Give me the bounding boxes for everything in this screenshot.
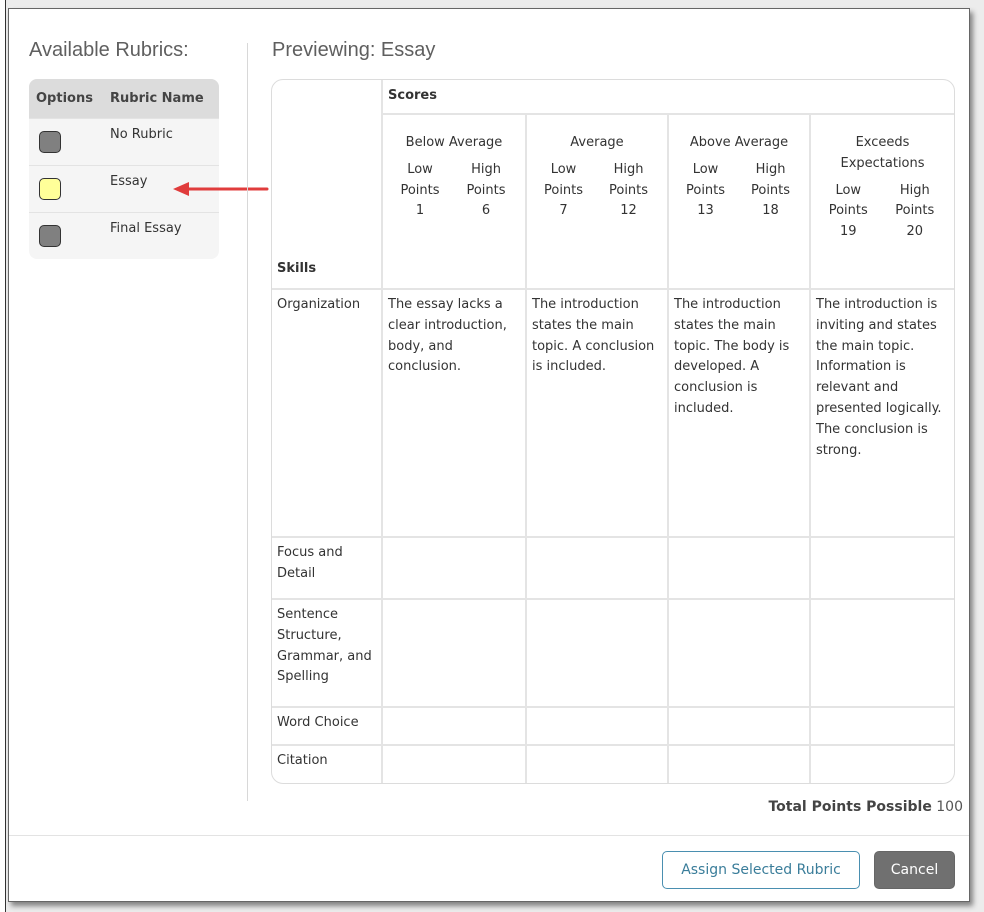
rubric-cell (525, 744, 669, 783)
score-level-header: Exceeds Expectations Low Points 19 High Poi… (808, 113, 954, 289)
rubric-cell (808, 706, 954, 746)
low-points-label: Low Points (543, 161, 584, 198)
low-points-value: 7 (559, 203, 568, 219)
rubric-list: Options Rubric Name No Rubric Essay Final … (29, 79, 219, 259)
rubric-row[interactable]: No Rubric (29, 118, 219, 166)
rubric-cell (525, 536, 669, 600)
rubric-select-swatch[interactable] (39, 225, 61, 247)
rubric-cell: The introduction is inviting and states … (808, 288, 954, 538)
rubric-grid-table: Skills Scores Below Average Low Points 1 Hi… (272, 80, 954, 783)
rubric-cell: The introduction states the main topic. … (525, 288, 669, 538)
skill-row: Focus and Detail (272, 536, 954, 600)
skill-row: Citation (272, 744, 954, 783)
skill-row: Sentence Structure, Grammar, and Spellin… (272, 598, 954, 708)
total-points-value: 100 (936, 799, 963, 815)
red-arrow-annotation (173, 182, 269, 196)
high-points: High Points 20 (881, 181, 950, 243)
rubric-row[interactable]: Final Essay (29, 212, 219, 259)
available-rubrics-title: Available Rubrics: (29, 39, 189, 61)
high-points-label: High Points (608, 161, 649, 198)
score-points: Low Points 7 High Points 12 (532, 160, 662, 222)
high-points-value: 12 (620, 203, 637, 219)
high-points-value: 20 (906, 224, 924, 240)
rubric-select-swatch[interactable] (39, 131, 61, 153)
high-points: High Points 18 (737, 160, 804, 222)
high-points-value: 18 (762, 203, 779, 219)
high-points-label: High Points (750, 161, 791, 198)
score-level-name: Exceeds Expectations (840, 135, 925, 171)
rubric-cell (381, 744, 527, 783)
rubric-cell (525, 598, 669, 708)
score-points: Low Points 13 High Points 18 (674, 160, 804, 222)
skill-name: Focus and Detail (272, 536, 383, 600)
skill-name: Word Choice (272, 706, 383, 746)
score-level-header: Below Average Low Points 1 High Points 6 (382, 113, 527, 289)
rubric-table: Options Rubric Name No Rubric Essay Final … (29, 79, 219, 259)
rubric-cell: The essay lacks a clear introduction, bo… (381, 288, 527, 538)
score-level-name: Below Average (405, 135, 503, 150)
high-points: High Points 12 (595, 160, 662, 222)
preview-title: Previewing: Essay (272, 39, 436, 61)
high-points: High Points 6 (452, 160, 520, 222)
low-points-label: Low Points (400, 161, 440, 198)
window-edge (0, 0, 6, 912)
rubric-cell (381, 598, 527, 708)
high-points-label: High Points (466, 161, 506, 198)
rubric-option-cell (29, 118, 104, 166)
assign-selected-rubric-button[interactable]: Assign Selected Rubric (662, 851, 860, 889)
rubric-cell (667, 744, 811, 783)
skill-row: Word Choice (272, 706, 954, 746)
low-points-label: Low Points (685, 161, 726, 198)
rubric-cell (667, 706, 811, 746)
total-points-label: Total Points Possible (768, 799, 932, 815)
low-points-value: 13 (697, 203, 714, 219)
skill-name: Organization (272, 288, 383, 538)
score-level-header: Average Low Points 7 High Points 12 (525, 113, 669, 289)
skill-name: Citation (272, 744, 383, 783)
low-points-label: Low Points (828, 182, 868, 219)
low-points-value: 1 (415, 203, 425, 219)
high-points-value: 6 (481, 203, 491, 219)
rubric-name: No Rubric (104, 118, 219, 166)
background-strip (0, 0, 984, 8)
skill-row: Organization The essay lacks a clear intr… (272, 288, 954, 538)
rubric-select-swatch[interactable] (39, 178, 61, 200)
skills-header: Skills (272, 80, 383, 290)
rubric-dialog: Available Rubrics: Options Rubric Name N… (8, 8, 970, 902)
rubric-cell (525, 706, 669, 746)
cancel-button[interactable]: Cancel (874, 851, 955, 889)
low-points-value: 19 (839, 224, 857, 240)
total-points: Total Points Possible 100 (768, 799, 963, 815)
low-points: Low Points 1 (388, 160, 452, 222)
rubric-cell: The introduction states the main topic. … (667, 288, 811, 538)
score-level-header: Above Average Low Points 13 High Points 18 (667, 113, 811, 289)
rubric-option-cell (29, 165, 104, 213)
rubric-cell (667, 598, 811, 708)
skill-name: Sentence Structure, Grammar, and Spellin… (272, 598, 383, 708)
score-level-name: Above Average (689, 135, 789, 150)
options-column-header: Options (29, 79, 104, 119)
panel-divider (247, 43, 248, 801)
scores-header: Scores (380, 80, 954, 115)
rubric-cell (808, 536, 954, 600)
rubric-name-column-header: Rubric Name (104, 79, 219, 119)
rubric-cell (381, 706, 527, 746)
high-points-label: High Points (895, 182, 935, 219)
low-points: Low Points 13 (674, 160, 737, 222)
rubric-option-cell (29, 212, 104, 259)
score-points: Low Points 19 High Points 20 (816, 181, 949, 243)
low-points: Low Points 19 (816, 181, 881, 243)
rubric-grid: Skills Scores Below Average Low Points 1 Hi… (271, 79, 955, 784)
low-points: Low Points 7 (532, 160, 595, 222)
rubric-cell (667, 536, 811, 600)
score-points: Low Points 1 High Points 6 (388, 160, 520, 222)
rubric-cell (808, 744, 954, 783)
footer-divider (9, 835, 969, 836)
rubric-cell (381, 536, 527, 600)
rubric-name: Final Essay (104, 212, 219, 259)
rubric-cell (808, 598, 954, 708)
score-level-name: Average (570, 135, 624, 150)
